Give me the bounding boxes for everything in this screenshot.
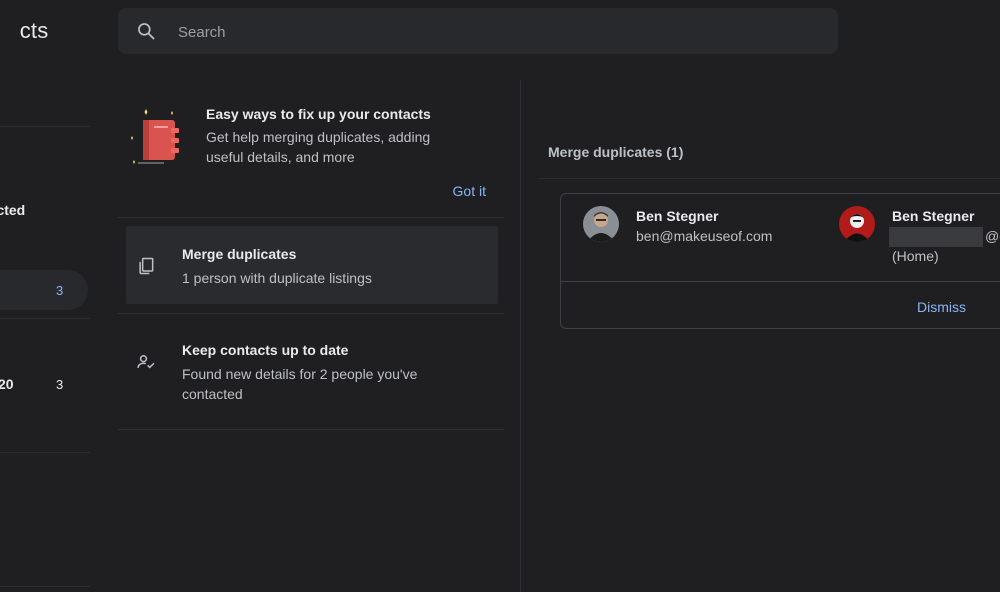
contact-name: Ben Stegner [892,208,975,224]
copy-icon [139,257,154,275]
redacted-email [889,227,983,247]
sidebar-item-active[interactable] [0,270,88,310]
avatar[interactable] [583,206,619,242]
suggestion-merge-duplicates[interactable]: Merge duplicates 1 person with duplicate… [126,226,498,304]
avatar[interactable] [839,206,875,242]
got-it-button[interactable]: Got it [453,183,486,199]
panel-divider [520,80,521,592]
sidebar-divider [0,126,90,127]
suggestions-panel: Easy ways to fix up your contacts Get he… [118,80,504,592]
search-input[interactable] [176,8,820,56]
contact-email-label: (Home) [892,248,939,264]
sidebar-item-year-count: 3 [56,377,64,392]
promo-title: Easy ways to fix up your contacts [206,106,431,122]
suggestion-body: Found new details for 2 people you've co… [182,366,418,402]
suggestion-title: Merge duplicates [182,246,297,262]
promo-body: Get help merging duplicates, adding usef… [206,129,431,165]
avatar-photo [839,206,875,242]
sidebar-divider [0,586,90,587]
sidebar: Contacts tacted 3 20 3 [0,0,110,592]
merge-heading: Merge duplicates (1) [548,144,684,160]
divider [118,313,504,314]
contact-name: Ben Stegner [636,208,719,224]
suggestion-keep-up-to-date[interactable]: Keep contacts up to date Found new detai… [126,322,498,422]
divider [538,178,1000,179]
contacts-book-icon [131,109,179,164]
person-check-icon [137,355,155,369]
app-title: Contacts [19,18,49,43]
sidebar-item-contacted[interactable]: tacted [0,202,25,218]
sidebar-divider [0,318,90,319]
search-bar[interactable] [118,8,838,56]
contact-email: ben@makeuseof.com [636,228,773,244]
avatar-photo [583,206,619,242]
search-icon[interactable] [136,21,156,41]
sidebar-item-count: 3 [56,283,64,298]
divider [118,217,504,218]
suggestion-body: 1 person with duplicate listings [182,270,372,286]
contact-email: @g [985,228,1000,244]
dismiss-button[interactable]: Dismiss [917,299,966,315]
sidebar-item-year[interactable]: 20 [0,376,14,392]
suggestion-title: Keep contacts up to date [182,342,349,358]
sidebar-divider [0,452,90,453]
duplicate-card[interactable]: Ben Stegner ben@makeuseof.com Ben Stegne… [560,193,1000,329]
card-divider [561,281,1000,282]
divider [118,429,504,430]
